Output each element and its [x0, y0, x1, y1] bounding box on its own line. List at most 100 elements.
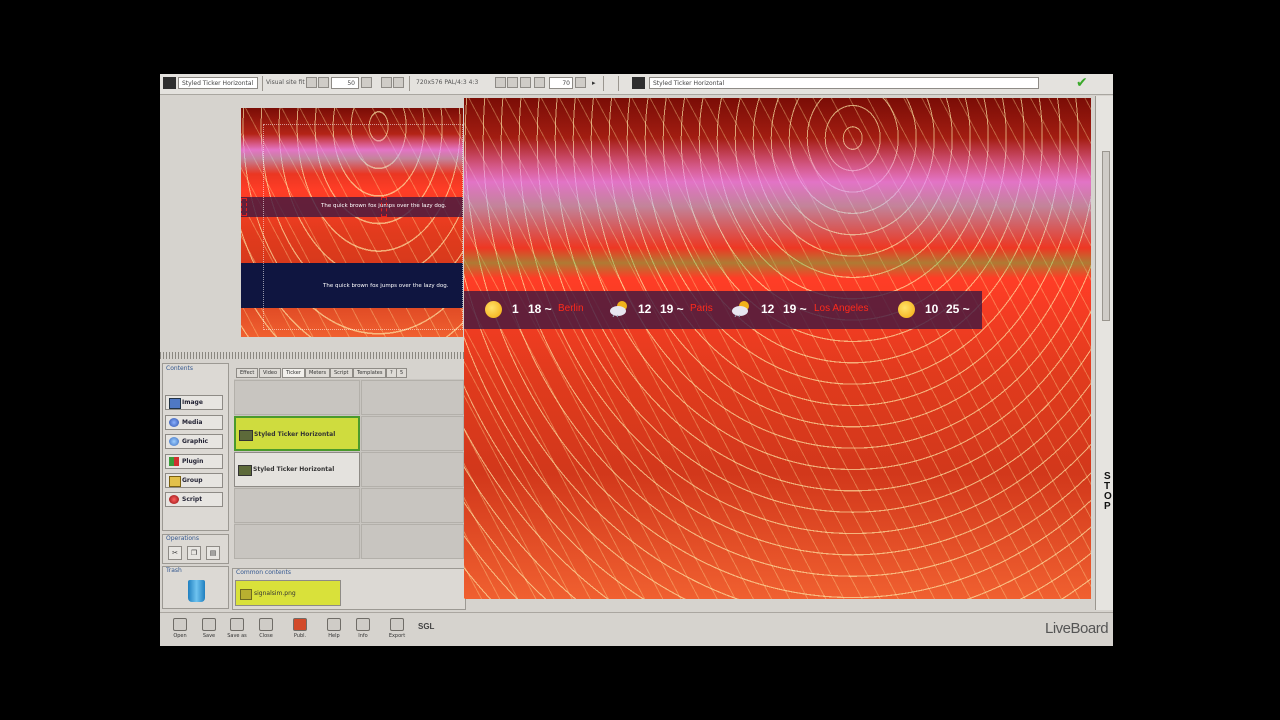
- trash-bin-icon[interactable]: [188, 580, 205, 602]
- ticker-low: 10: [925, 302, 939, 316]
- zoom-in-icon[interactable]: [520, 77, 531, 88]
- tab-templates[interactable]: Templates: [353, 368, 387, 378]
- tab-script[interactable]: Script: [330, 368, 353, 378]
- viewer-glow: [464, 138, 1091, 248]
- open-button[interactable]: Open: [166, 618, 194, 639]
- image-icon: [169, 398, 181, 409]
- layout-thumbnail-icon[interactable]: [163, 77, 176, 89]
- play-icon[interactable]: [495, 77, 506, 88]
- open-label: Open: [173, 633, 187, 639]
- library-cell[interactable]: [234, 488, 360, 523]
- content-button-graphic[interactable]: Graphic: [165, 434, 223, 449]
- library-cell[interactable]: [361, 488, 464, 523]
- view-mode-alt-icon[interactable]: [393, 77, 404, 88]
- sun-icon: [898, 301, 915, 318]
- library-cell[interactable]: [361, 452, 464, 487]
- save-button[interactable]: Save: [195, 618, 223, 639]
- ticker-thumbnail-icon: [239, 430, 253, 441]
- library-cell[interactable]: [361, 524, 464, 559]
- editor-title-field[interactable]: Styled Ticker Horizontal: [649, 77, 1039, 89]
- ticker-high: 19 ~: [660, 302, 684, 316]
- cloud-icon: [610, 301, 627, 317]
- timeline-ruler[interactable]: [160, 352, 464, 359]
- save-as-button[interactable]: Save as: [223, 618, 251, 639]
- open-icon: [173, 618, 187, 631]
- trash-title: Trash: [166, 567, 182, 574]
- library-cell[interactable]: [361, 416, 464, 451]
- live-viewer[interactable]: 1 18 ~ Berlin 12 19 ~ Paris 12 19 ~ Los …: [464, 98, 1091, 599]
- layout-name-field[interactable]: Styled Ticker Horizontal: [178, 77, 258, 89]
- content-button-group[interactable]: Group: [165, 473, 223, 488]
- toolbar-divider: [618, 76, 619, 91]
- zoom-value-field[interactable]: 50: [331, 77, 359, 89]
- content-button-script[interactable]: Script: [165, 492, 223, 507]
- zoom-stepper-icon[interactable]: [575, 77, 586, 88]
- plugin-icon: [169, 457, 179, 466]
- sgl-logo: SGL: [418, 622, 435, 631]
- ticker-city: Paris: [690, 303, 713, 314]
- arrow-right-icon[interactable]: ▸: [592, 79, 596, 87]
- zoom-out-icon[interactable]: [534, 77, 545, 88]
- graphic-icon: [169, 437, 179, 446]
- content-button-label: Image: [182, 399, 203, 406]
- help-label: Help: [328, 633, 340, 639]
- grid-alt-icon[interactable]: [318, 77, 329, 88]
- ticker-low: 12: [638, 302, 652, 316]
- library-item-selected[interactable]: Styled Ticker Horizontal: [234, 416, 360, 451]
- save-label: Save: [202, 633, 216, 639]
- save-as-icon: [230, 618, 244, 631]
- ticker-high: 18 ~: [528, 302, 552, 316]
- close-label: Close: [259, 633, 273, 639]
- help-button[interactable]: Help: [320, 618, 348, 639]
- copy-icon[interactable]: ❐: [187, 546, 201, 560]
- content-button-label: Script: [182, 496, 203, 503]
- content-button-plugin[interactable]: Plugin: [165, 454, 223, 469]
- ticker-low: 12: [761, 302, 775, 316]
- library-item[interactable]: Styled Ticker Horizontal: [234, 452, 360, 487]
- png-file-icon: [240, 589, 252, 600]
- content-button-label: Media: [182, 419, 203, 426]
- library-cell[interactable]: [234, 524, 360, 559]
- library-cell[interactable]: [234, 380, 360, 415]
- paste-icon[interactable]: ▤: [206, 546, 220, 560]
- grid-icon[interactable]: [306, 77, 317, 88]
- help-icon: [327, 618, 341, 631]
- media-icon: [169, 418, 179, 427]
- content-button-label: Group: [182, 477, 203, 484]
- close-button[interactable]: Close: [252, 618, 280, 639]
- tab-effect[interactable]: Effect: [236, 368, 259, 378]
- info-button[interactable]: Info: [349, 618, 377, 639]
- tab-meters[interactable]: Meters: [305, 368, 331, 378]
- editor-thumbnail-icon[interactable]: [632, 77, 645, 89]
- canvas-preview[interactable]: The quick brown fox jumps over the lazy …: [241, 108, 463, 337]
- toolbar-divider: [603, 76, 604, 91]
- tab-video[interactable]: Video: [259, 368, 282, 378]
- content-button-image[interactable]: Image: [165, 395, 223, 410]
- publish-button[interactable]: Publ.: [286, 618, 314, 639]
- tab-five[interactable]: 5: [396, 368, 408, 378]
- export-icon: [390, 618, 404, 631]
- viewer-ticker-bar[interactable]: 1 18 ~ Berlin 12 19 ~ Paris 12 19 ~ Los …: [464, 291, 982, 329]
- content-button-label: Plugin: [182, 458, 204, 465]
- library-cell[interactable]: [361, 380, 464, 415]
- view-mode-icon[interactable]: [381, 77, 392, 88]
- content-button-media[interactable]: Media: [165, 415, 223, 430]
- cut-icon[interactable]: ✂: [168, 546, 182, 560]
- operations-title: Operations: [166, 535, 199, 542]
- common-content-item[interactable]: signalsim.png: [235, 580, 341, 606]
- confirm-check-icon[interactable]: ✔: [1076, 75, 1088, 91]
- vertical-scrollbar[interactable]: [1102, 151, 1110, 321]
- ticker-city: Los Angeles: [814, 303, 869, 314]
- fit-icon[interactable]: [507, 77, 518, 88]
- content-button-label: Graphic: [182, 438, 209, 445]
- visual-label: Visual site fit: [266, 79, 305, 86]
- trash-panel: Trash: [162, 566, 229, 609]
- publish-label: Publ.: [293, 633, 307, 639]
- export-button[interactable]: Export: [383, 618, 411, 639]
- script-icon: [169, 495, 179, 504]
- stepper-icon[interactable]: [361, 77, 372, 88]
- tab-ticker[interactable]: Ticker: [282, 368, 305, 378]
- selection-handle[interactable]: [241, 198, 247, 216]
- zoom-percent-field[interactable]: 70: [549, 77, 573, 89]
- toolbar-divider: [409, 76, 410, 91]
